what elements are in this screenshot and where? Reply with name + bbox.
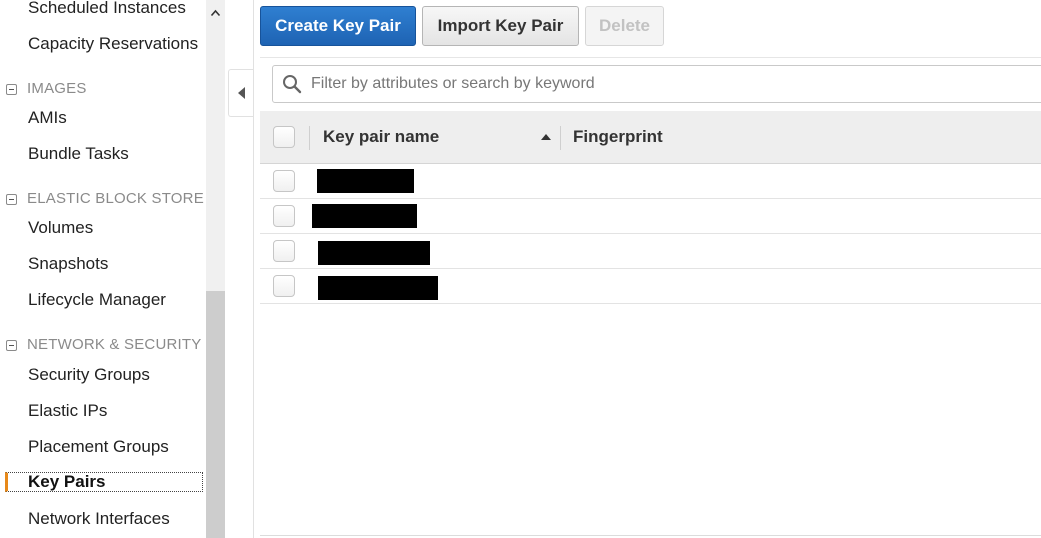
sidebar-section-label: NETWORK & SECURITY	[27, 336, 202, 353]
sidebar-item-key-pairs[interactable]: Key Pairs	[28, 472, 106, 492]
scroll-up-arrow-icon[interactable]	[210, 8, 221, 19]
redacted-key-pair-name	[318, 276, 438, 300]
sidebar-section-label: ELASTIC BLOCK STORE	[27, 190, 204, 207]
collapse-minus-icon[interactable]	[6, 339, 17, 351]
sort-ascending-icon[interactable]	[541, 134, 551, 140]
sidebar-scrollbar[interactable]	[206, 0, 225, 538]
sidebar-nav: Scheduled Instances Capacity Reservation…	[0, 0, 206, 538]
table-header: Key pair name Fingerprint	[260, 111, 1041, 164]
sidebar-item-placement-groups[interactable]: Placement Groups	[28, 437, 169, 457]
filter-bar[interactable]	[272, 65, 1041, 103]
row-checkbox[interactable]	[273, 170, 295, 192]
sidebar-item-security-groups[interactable]: Security Groups	[28, 365, 150, 385]
create-key-pair-button[interactable]: Create Key Pair	[260, 6, 416, 46]
row-checkbox[interactable]	[273, 275, 295, 297]
redacted-key-pair-name	[318, 241, 430, 265]
table-bottom-border	[260, 535, 1041, 536]
sidebar-item-capacity-reservations[interactable]: Capacity Reservations	[28, 34, 198, 54]
table-row[interactable]	[260, 164, 1041, 199]
sidebar-item-elastic-ips[interactable]: Elastic IPs	[28, 401, 107, 421]
sidebar-item-lifecycle-manager[interactable]: Lifecycle Manager	[28, 290, 166, 310]
redacted-key-pair-name	[317, 169, 414, 193]
sidebar-item-bundle-tasks[interactable]: Bundle Tasks	[28, 144, 129, 164]
table-row[interactable]	[260, 199, 1041, 234]
sidebar-section-label: IMAGES	[27, 80, 87, 97]
sidebar-item-network-interfaces[interactable]: Network Interfaces	[28, 509, 170, 529]
collapse-minus-icon[interactable]	[6, 83, 17, 95]
collapse-minus-icon[interactable]	[6, 193, 17, 205]
sidebar-section-images[interactable]: IMAGES	[6, 79, 87, 99]
chevron-left-icon	[237, 87, 245, 99]
column-separator	[309, 126, 310, 150]
sidebar-item-scheduled-instances[interactable]: Scheduled Instances	[28, 0, 186, 18]
import-key-pair-button[interactable]: Import Key Pair	[422, 6, 579, 46]
search-input[interactable]	[311, 66, 1011, 102]
table-row[interactable]	[260, 269, 1041, 304]
column-header-key-pair-name[interactable]: Key pair name	[323, 127, 439, 147]
search-icon	[282, 74, 302, 94]
collapse-sidebar-button[interactable]	[228, 69, 253, 117]
row-checkbox[interactable]	[273, 205, 295, 227]
table-row[interactable]	[260, 234, 1041, 269]
redacted-key-pair-name	[312, 204, 417, 228]
toolbar-divider	[260, 57, 1041, 58]
row-checkbox[interactable]	[273, 240, 295, 262]
column-separator	[560, 126, 561, 150]
column-header-fingerprint[interactable]: Fingerprint	[573, 127, 663, 147]
delete-button[interactable]: Delete	[585, 6, 664, 46]
sidebar-item-amis[interactable]: AMIs	[28, 108, 67, 128]
sidebar-item-volumes[interactable]: Volumes	[28, 218, 93, 238]
select-all-checkbox[interactable]	[273, 126, 295, 148]
scrollbar-thumb[interactable]	[206, 291, 225, 538]
sidebar-section-network-security[interactable]: NETWORK & SECURITY	[6, 335, 201, 355]
sidebar-item-snapshots[interactable]: Snapshots	[28, 254, 108, 274]
content-divider	[253, 0, 254, 538]
sidebar-section-elastic-block-store[interactable]: ELASTIC BLOCK STORE	[6, 189, 204, 209]
